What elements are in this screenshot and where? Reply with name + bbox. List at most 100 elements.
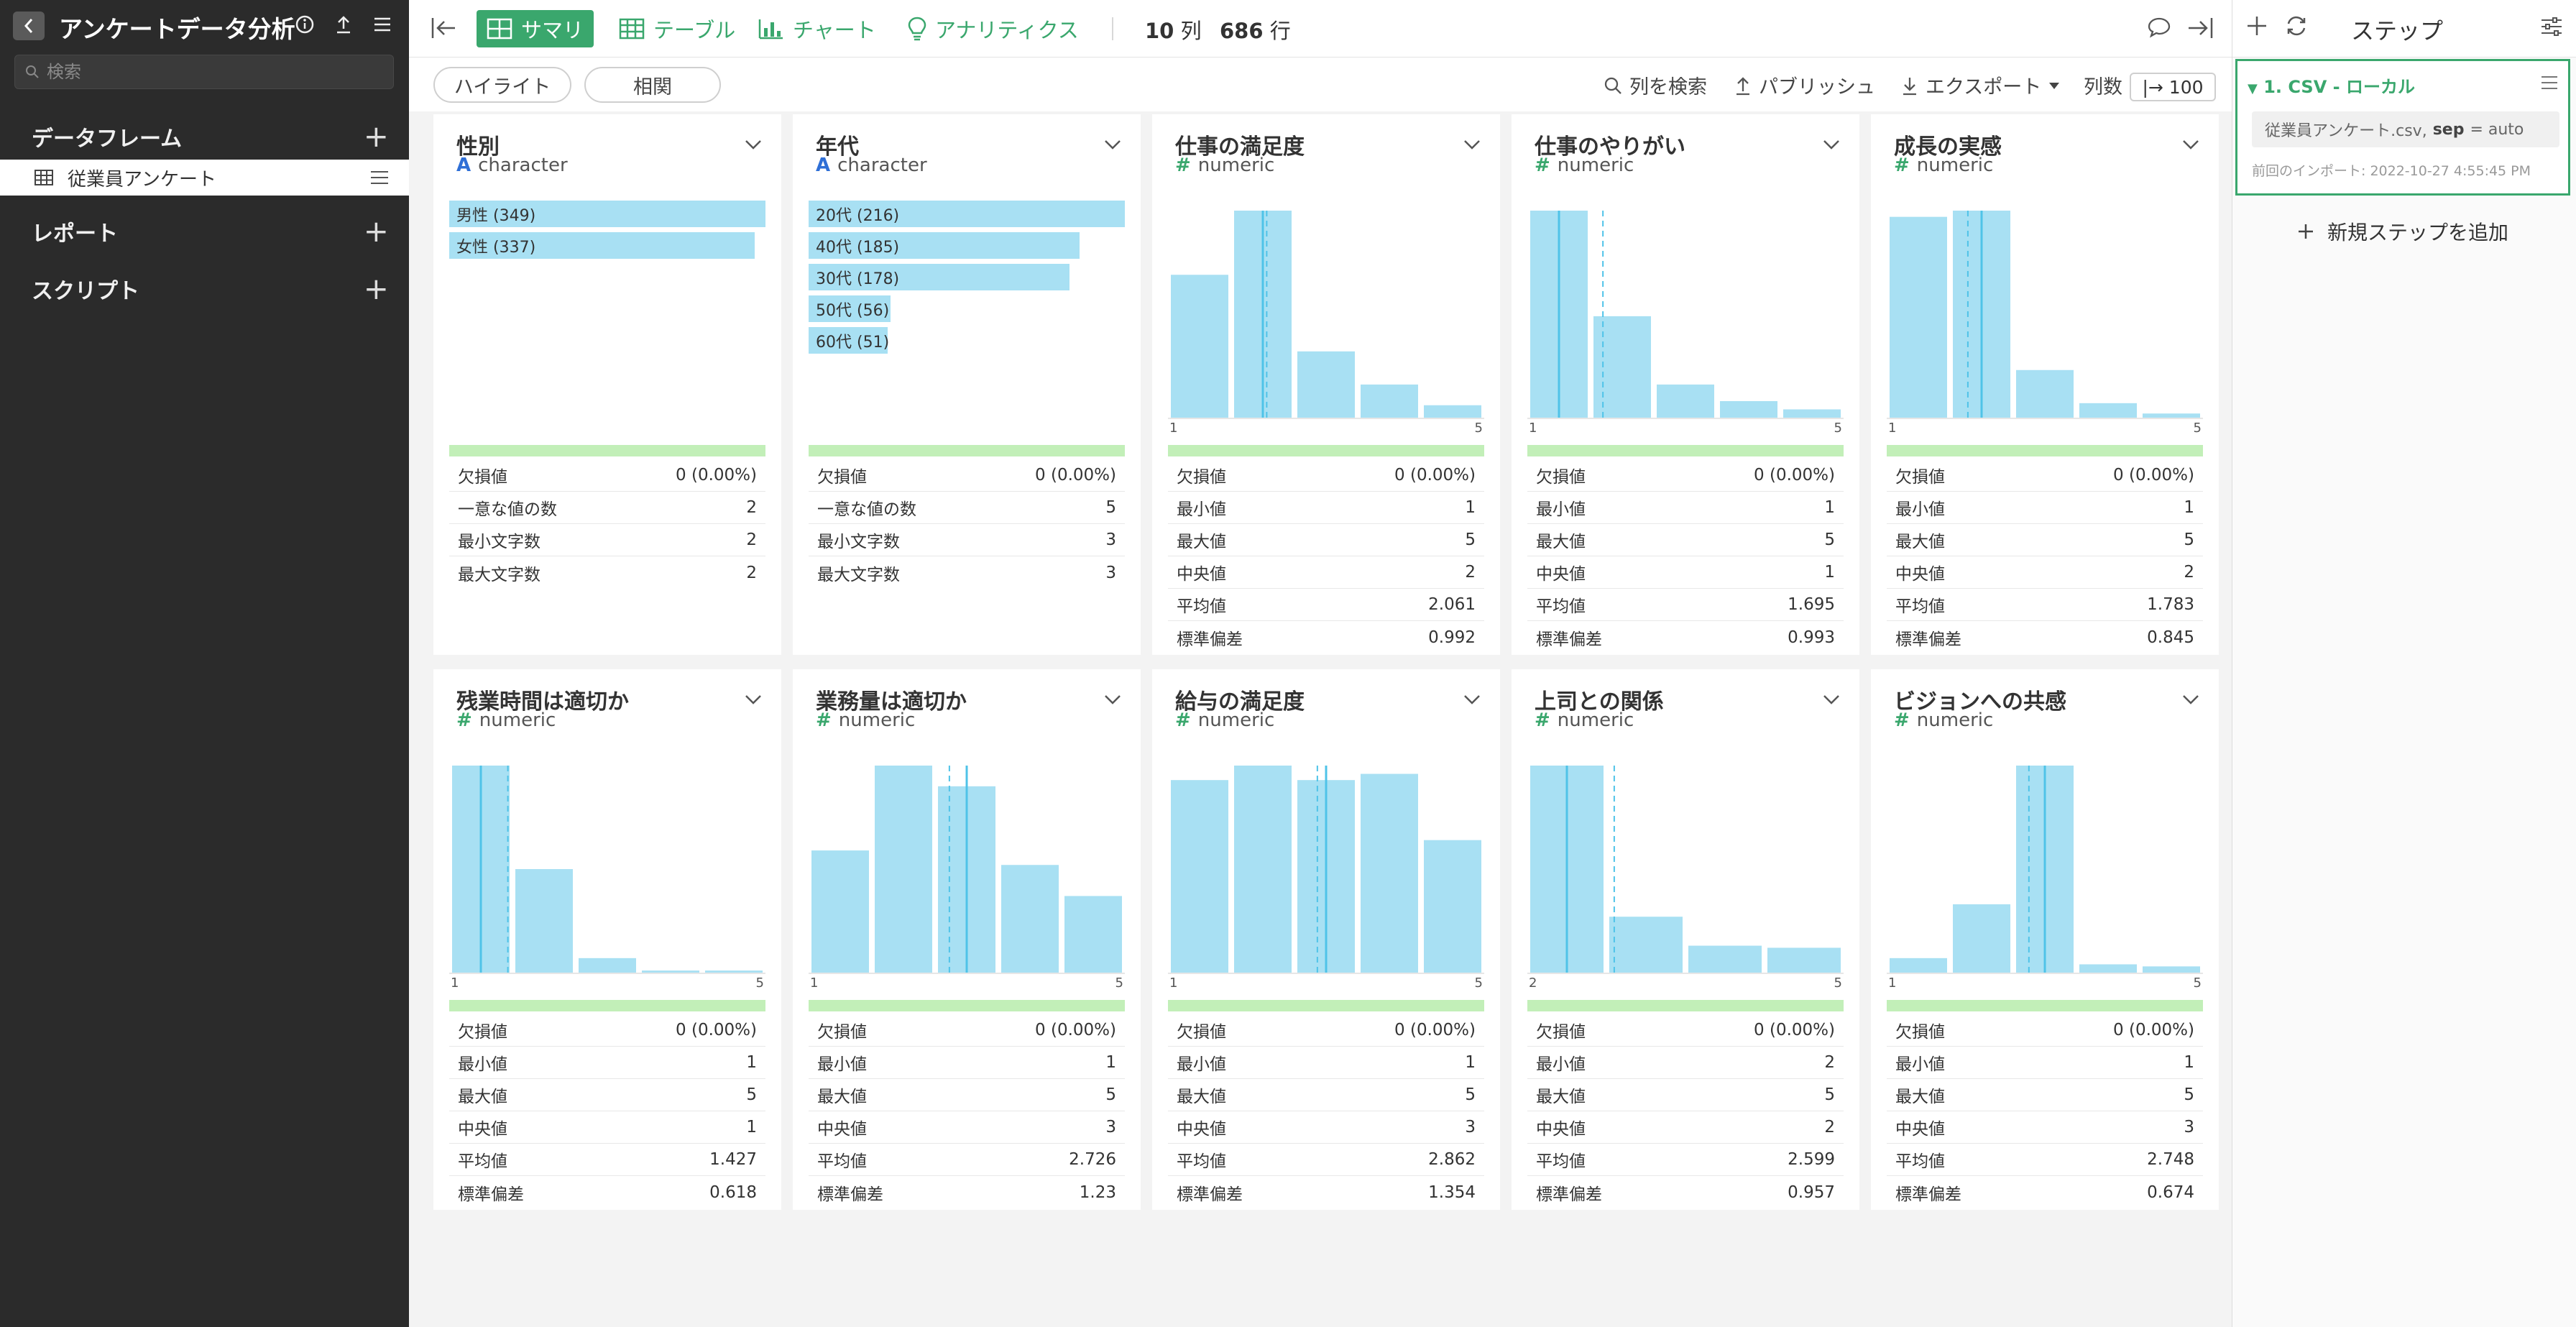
histogram-bar[interactable] xyxy=(2143,966,2200,973)
add-step-icon[interactable] xyxy=(2245,14,2268,40)
step-card[interactable]: ▼ 1. CSV - ローカル 従業員アンケート.csv, sep = auto 前… xyxy=(2235,59,2570,196)
search-columns-button[interactable]: 列を検索 xyxy=(1604,71,1707,99)
histogram-bar[interactable] xyxy=(1171,275,1228,418)
stat-row: 最大値 5 xyxy=(1527,524,1844,556)
data-quality-bar[interactable] xyxy=(449,1000,765,1011)
histogram-bar[interactable] xyxy=(1064,896,1122,973)
data-quality-bar[interactable] xyxy=(1527,1000,1844,1011)
settings-sliders-icon[interactable] xyxy=(2540,16,2563,40)
histogram-bar[interactable] xyxy=(1361,773,1418,973)
step-menu-icon[interactable] xyxy=(2541,75,2558,93)
data-quality-bar[interactable] xyxy=(1168,445,1484,456)
chevron-down-icon[interactable] xyxy=(1822,139,1841,153)
add-dataframe-button[interactable]: + xyxy=(364,121,389,152)
histogram-bar[interactable] xyxy=(1424,840,1481,973)
chevron-down-icon[interactable] xyxy=(1103,139,1122,153)
stats-table: 欠損値 0 (0.00%) 最小値 1 最大値 5 中央値 1 平均値 1.427 標準偏差 0.61… xyxy=(449,1014,765,1208)
data-quality-bar[interactable] xyxy=(809,445,1125,456)
histogram-bar[interactable] xyxy=(1783,409,1841,418)
stat-label: 最小文字数 xyxy=(817,533,900,551)
expand-panel-icon[interactable] xyxy=(2187,16,2214,43)
menu-icon[interactable] xyxy=(370,12,395,37)
chevron-down-icon[interactable] xyxy=(744,694,763,708)
histogram-bar[interactable] xyxy=(642,970,699,973)
data-quality-bar[interactable] xyxy=(1887,1000,2203,1011)
tab-summary[interactable]: サマリ xyxy=(477,10,594,47)
chevron-down-icon[interactable] xyxy=(2181,694,2200,708)
histogram-bar[interactable] xyxy=(1767,947,1841,973)
stat-label: 平均値 xyxy=(1177,1152,1226,1171)
tab-chart[interactable]: チャート xyxy=(748,10,886,47)
sidebar-search[interactable] xyxy=(14,55,394,89)
stat-value: 1 xyxy=(1824,563,1835,582)
histogram-bar[interactable] xyxy=(1720,400,1777,418)
histogram-bar[interactable] xyxy=(1424,405,1481,418)
histogram-bar[interactable] xyxy=(2016,369,2074,418)
stats-table: 欠損値 0 (0.00%) 最小値 1 最大値 5 中央値 3 平均値 2.726 標準偏差 1.23 xyxy=(809,1014,1125,1208)
histogram-bar[interactable] xyxy=(1593,316,1651,418)
tab-table[interactable]: テーブル xyxy=(609,10,745,47)
stat-value: 1 xyxy=(1465,498,1476,517)
category-bar[interactable]: 50代 (56) xyxy=(809,295,891,322)
add-report-button[interactable]: + xyxy=(364,216,389,247)
histogram-bar[interactable] xyxy=(1297,351,1355,418)
category-bar[interactable]: 60代 (51) xyxy=(809,327,889,354)
search-input[interactable] xyxy=(45,61,376,83)
chevron-down-icon[interactable] xyxy=(1822,694,1841,708)
chevron-down-icon[interactable] xyxy=(744,139,763,153)
add-script-button[interactable]: + xyxy=(364,274,389,304)
histogram-bar[interactable] xyxy=(875,766,932,973)
comment-icon[interactable] xyxy=(2147,16,2171,42)
category-bar[interactable]: 40代 (185) xyxy=(809,232,1080,259)
chevron-down-icon[interactable] xyxy=(1463,139,1481,153)
histogram-bar[interactable] xyxy=(1234,766,1292,973)
chevron-down-icon[interactable] xyxy=(1463,694,1481,708)
histogram-bar[interactable] xyxy=(1953,904,2010,973)
histogram-bar[interactable] xyxy=(1657,384,1714,418)
step-name[interactable]: ▼ 1. CSV - ローカル xyxy=(2248,73,2415,98)
histogram-bar[interactable] xyxy=(1001,865,1059,973)
histogram-bar[interactable] xyxy=(1361,384,1418,418)
chevron-down-icon[interactable] xyxy=(1103,694,1122,708)
info-icon[interactable] xyxy=(293,12,317,37)
sidebar-item-dataframe[interactable]: 従業員アンケート xyxy=(0,160,409,196)
data-quality-bar[interactable] xyxy=(1887,445,2203,456)
data-quality-bar[interactable] xyxy=(1168,1000,1484,1011)
data-quality-bar[interactable] xyxy=(1527,445,1844,456)
add-new-step-button[interactable]: 新規ステップを追加 xyxy=(2297,217,2508,246)
stat-label: 平均値 xyxy=(1895,597,1945,616)
histogram-bar[interactable] xyxy=(2079,964,2137,973)
category-bar[interactable]: 30代 (178) xyxy=(809,264,1070,290)
export-button[interactable]: エクスポート xyxy=(1901,71,2060,99)
category-bar[interactable]: 男性 (349) xyxy=(449,201,765,227)
histogram-bar[interactable] xyxy=(579,958,636,973)
column-count-input[interactable]: |→ 100 xyxy=(2130,73,2216,101)
histogram-bar[interactable] xyxy=(705,970,763,973)
stat-label: 中央値 xyxy=(1895,1120,1945,1139)
histogram-bar[interactable] xyxy=(1171,780,1228,973)
histogram-bar[interactable] xyxy=(1609,917,1683,973)
category-bar[interactable]: 女性 (337) xyxy=(449,232,755,259)
upload-icon[interactable] xyxy=(331,12,356,37)
tab-analytics[interactable]: アナリティクス xyxy=(898,10,1089,47)
stat-value: 0.845 xyxy=(2147,628,2194,647)
hamburger-icon[interactable] xyxy=(370,170,389,185)
correlation-button[interactable]: 相関 xyxy=(584,67,721,103)
histogram-bar[interactable] xyxy=(2143,413,2200,418)
data-quality-bar[interactable] xyxy=(449,445,765,456)
back-button[interactable] xyxy=(13,12,45,40)
refresh-icon[interactable] xyxy=(2284,14,2309,40)
highlight-button[interactable]: ハイライト xyxy=(433,67,571,103)
histogram-bar[interactable] xyxy=(1890,958,1947,973)
histogram-bar[interactable] xyxy=(1688,945,1762,973)
action-bar: ハイライト 相関 列を検索 パブリッシュ エクスポート 列数 |→ 100 xyxy=(409,58,2232,111)
histogram-bar[interactable] xyxy=(1890,216,1947,418)
publish-button[interactable]: パブリッシュ xyxy=(1734,71,1875,99)
category-bar[interactable]: 20代 (216) xyxy=(809,201,1125,227)
histogram-bar[interactable] xyxy=(2079,403,2137,418)
collapse-sidebar-icon[interactable] xyxy=(431,16,456,43)
histogram-bar[interactable] xyxy=(811,850,869,973)
histogram-bar[interactable] xyxy=(515,869,573,973)
chevron-down-icon[interactable] xyxy=(2181,139,2200,153)
data-quality-bar[interactable] xyxy=(809,1000,1125,1011)
